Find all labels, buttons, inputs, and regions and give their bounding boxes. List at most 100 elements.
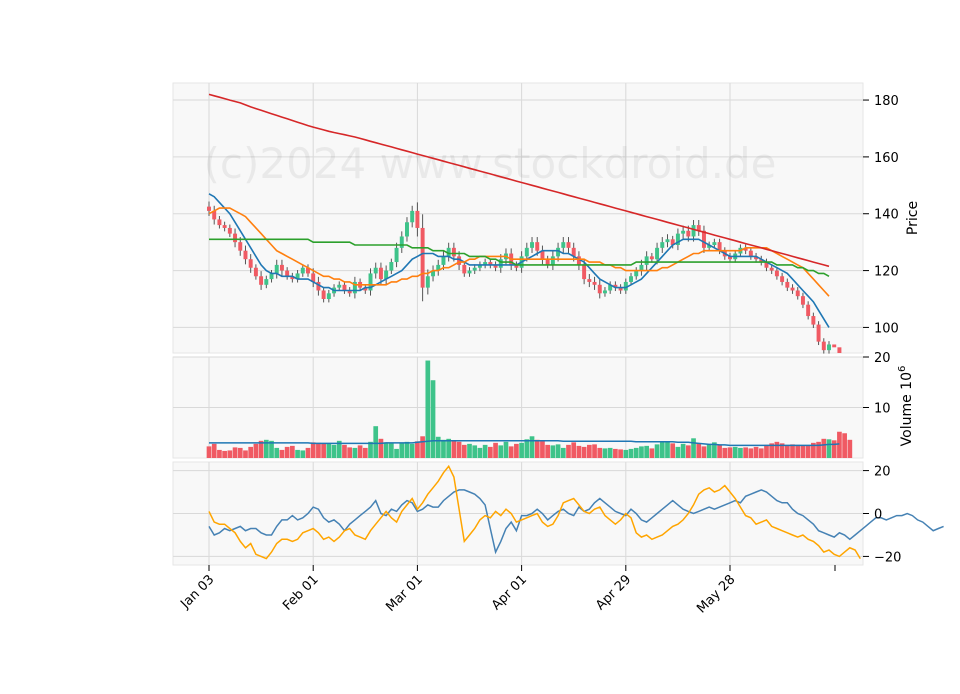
volume-bar — [477, 447, 483, 458]
candle-body — [655, 247, 660, 260]
volume-bar — [217, 449, 222, 458]
volume-bar — [847, 439, 853, 458]
volume-bar — [321, 443, 326, 458]
volume-bar — [821, 438, 827, 458]
candle-body — [342, 284, 347, 291]
volume-bar — [602, 448, 608, 458]
candle-body — [639, 264, 644, 271]
volume-bar — [472, 445, 478, 458]
volume-bar — [790, 444, 795, 458]
price-y-tick-label: 140 — [874, 208, 899, 223]
price-panel — [172, 82, 864, 354]
volume-bar — [659, 441, 665, 458]
volume-axis-label: Volume 106 — [897, 366, 915, 447]
volume-bar — [628, 448, 634, 458]
volume-bar — [576, 445, 582, 458]
candle-body — [587, 279, 592, 282]
x-tick-label: Apr 29 — [593, 572, 634, 613]
candle-body — [592, 281, 597, 285]
candle-body — [545, 259, 550, 265]
candle-body — [373, 267, 378, 274]
candle-body — [410, 210, 415, 223]
volume-bar — [237, 447, 243, 458]
candle-body — [243, 250, 248, 260]
candle-body — [535, 242, 540, 251]
volume-bar — [284, 446, 290, 458]
candle-body — [837, 347, 842, 353]
candle-body — [712, 242, 717, 245]
volume-bar — [748, 448, 754, 458]
candle-body — [806, 304, 811, 317]
oscillator-y-tick-label: 0 — [874, 508, 882, 523]
candle-body — [399, 236, 404, 248]
candle-body — [748, 250, 753, 257]
volume-bar — [613, 448, 618, 458]
volume-bar — [310, 442, 316, 458]
volume-bar — [670, 443, 676, 458]
volume-bar — [456, 441, 462, 458]
volume-bar — [508, 446, 514, 458]
price-y-tick-label: 100 — [874, 321, 899, 336]
candle-body — [389, 262, 394, 271]
volume-bar — [347, 447, 353, 458]
candle-body — [774, 270, 779, 277]
volume-bar — [649, 448, 655, 458]
volume-bar — [675, 446, 681, 458]
volume-bar — [394, 448, 399, 458]
candle-body — [394, 247, 399, 263]
candle-body — [420, 227, 425, 288]
candle-body — [597, 284, 602, 294]
price-axis-label: Price — [905, 201, 921, 235]
volume-bar — [435, 436, 441, 458]
candle-body — [566, 242, 571, 248]
volume-bar — [545, 444, 550, 458]
candle-body — [649, 256, 654, 260]
volume-bar — [300, 450, 306, 458]
volume-bar — [701, 446, 707, 458]
volume-bar — [342, 444, 347, 458]
volume-bar — [816, 441, 821, 458]
volume-bar — [519, 442, 524, 458]
candle-body — [227, 227, 232, 234]
volume-bar — [571, 442, 577, 458]
volume-bar — [706, 444, 712, 458]
volume-bar — [529, 436, 535, 458]
candle-body — [300, 267, 305, 274]
volume-bar — [696, 443, 702, 458]
candle-body — [524, 247, 529, 257]
candle-body — [785, 281, 790, 288]
volume-bar — [592, 444, 597, 458]
candle-body — [665, 239, 670, 243]
candle-body — [827, 344, 831, 351]
volume-bar — [305, 447, 311, 458]
candle-body — [207, 206, 211, 211]
candle-body — [378, 267, 383, 280]
volume-bar — [232, 447, 238, 458]
candle-body — [274, 264, 279, 274]
candle-body — [821, 341, 826, 351]
volume-bar — [597, 447, 603, 458]
volume-bar — [764, 444, 769, 458]
volume-bar — [451, 440, 457, 458]
volume-bar — [560, 447, 566, 458]
candle-body — [238, 242, 243, 251]
candle-body — [795, 290, 800, 297]
candle-body — [582, 264, 587, 280]
volume-bar — [550, 445, 556, 458]
candle-body — [660, 242, 665, 248]
volume-bar — [639, 446, 644, 458]
volume-bar — [555, 444, 561, 458]
candle-body — [451, 247, 456, 257]
volume-bar — [784, 445, 790, 458]
volume-bar — [357, 445, 363, 458]
volume-bar — [586, 444, 592, 458]
candle-body — [472, 267, 477, 271]
volume-bar — [826, 439, 832, 458]
volume-bar — [493, 442, 498, 458]
volume-bar — [607, 447, 613, 458]
volume-bar — [399, 443, 405, 458]
candle-body — [691, 225, 696, 237]
volume-bar — [243, 450, 248, 458]
volume-bar — [420, 436, 425, 458]
candle-body — [285, 270, 290, 277]
